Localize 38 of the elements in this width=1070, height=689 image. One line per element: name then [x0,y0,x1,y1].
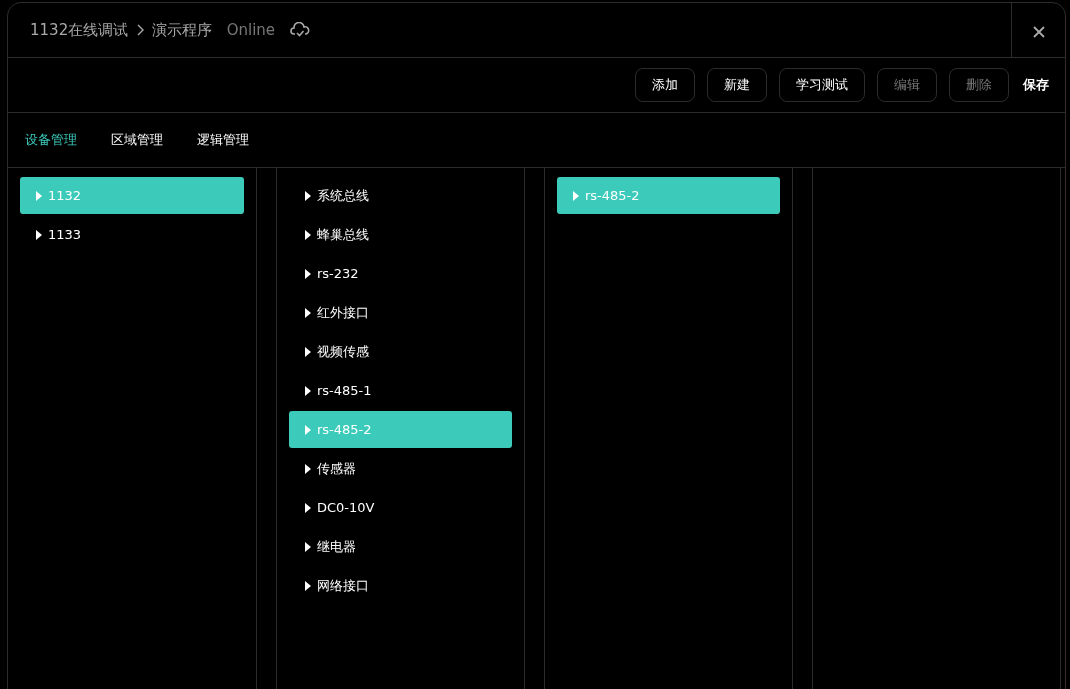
caret-icon [305,346,311,357]
list-item[interactable]: 1133 [20,216,244,253]
caret-icon [305,463,311,474]
caret-icon [573,190,579,201]
breadcrumb-item[interactable]: 演示程序 [152,18,213,42]
cloud-check-icon [289,22,310,38]
caret-icon [305,541,311,552]
caret-icon [305,229,311,240]
caret-icon [305,190,311,201]
caret-icon [305,385,311,396]
list-item[interactable]: DC0-10V [289,489,512,526]
list-item[interactable]: 网络接口 [289,567,512,604]
list-item[interactable]: 红外接口 [289,294,512,331]
status-text: Online [226,19,276,41]
list-item[interactable]: 视频传感 [289,333,512,370]
list-item[interactable]: 蜂巢总线 [289,216,512,253]
toolbar-button[interactable]: 学习测试 [779,68,865,102]
close-icon [1032,25,1045,38]
tab[interactable]: 逻辑管理 [197,130,249,150]
list-item[interactable]: rs-232 [289,255,512,292]
caret-icon [36,229,42,240]
toolbar-button[interactable]: 新建 [707,68,767,102]
toolbar-button[interactable]: 添加 [635,68,695,102]
breadcrumb-item[interactable]: 1132在线调试 [30,18,129,42]
list-item[interactable]: 传感器 [289,450,512,487]
caret-icon [305,502,311,513]
list-item[interactable]: rs-485-1 [289,372,512,409]
list-item[interactable]: 继电器 [289,528,512,565]
caret-icon [36,190,42,201]
list-item[interactable]: 系统总线 [289,177,512,214]
chevron-icon [136,24,145,36]
caret-icon [305,580,311,591]
toolbar-button[interactable]: 保存 [1021,75,1051,95]
caret-icon [305,307,311,318]
caret-icon [305,424,311,435]
caret-icon [305,268,311,279]
tab[interactable]: 设备管理 [25,130,77,150]
tab[interactable]: 区域管理 [111,130,163,150]
